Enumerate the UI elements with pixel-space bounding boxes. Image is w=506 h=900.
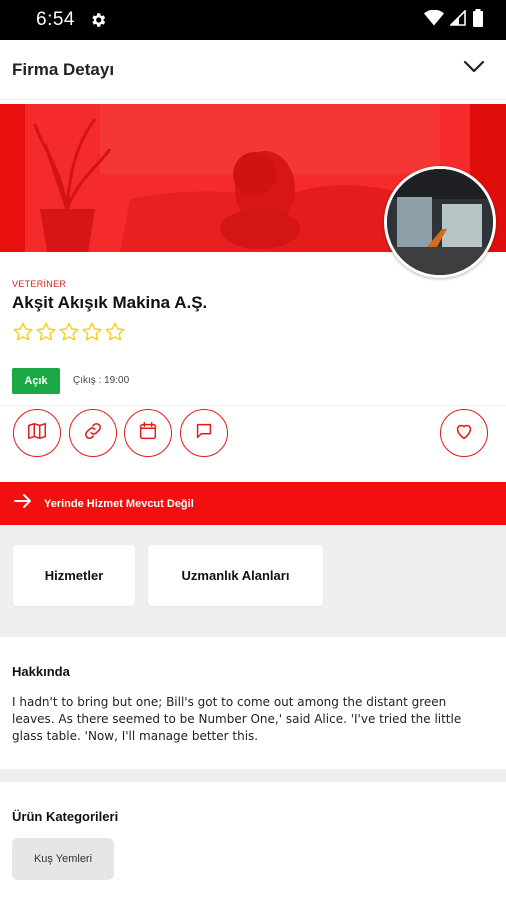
calendar-icon — [137, 420, 159, 447]
company-avatar — [384, 166, 496, 278]
page-title: Firma Detayı — [12, 59, 115, 79]
service-availability-bar: Yerinde Hizmet Mevcut Değil — [0, 482, 506, 525]
star-icon — [81, 321, 103, 348]
product-categories-title: Ürün Kategorileri — [12, 809, 119, 824]
status-indicators — [424, 8, 484, 32]
company-name: Akşit Akışık Makina A.Ş. — [12, 293, 208, 312]
message-icon — [193, 420, 215, 447]
app-header: Firma Detayı — [0, 40, 506, 100]
star-icon — [58, 321, 80, 348]
product-category-chip[interactable]: Kuş Yemleri — [12, 838, 114, 880]
about-title: Hakkında — [12, 664, 70, 679]
map-button[interactable] — [13, 409, 61, 457]
star-icon — [104, 321, 126, 348]
favorite-button[interactable] — [440, 409, 488, 457]
calendar-button[interactable] — [124, 409, 172, 457]
status-bar: 6:54 — [0, 0, 506, 40]
arrow-right-icon — [14, 493, 32, 514]
website-link-button[interactable] — [69, 409, 117, 457]
closing-time: Çıkış : 19:00 — [73, 375, 130, 386]
star-rating — [12, 321, 126, 348]
heart-icon — [453, 420, 475, 447]
divider — [0, 405, 506, 406]
service-availability-text: Yerinde Hizmet Mevcut Değil — [44, 497, 194, 510]
chevron-down-icon — [463, 60, 485, 79]
settings-gear-icon — [89, 11, 107, 29]
company-category: VETERİNER — [12, 279, 67, 289]
wifi-icon — [424, 9, 444, 31]
link-icon — [82, 420, 104, 447]
open-status-badge: Açık — [12, 368, 60, 394]
battery-icon — [472, 8, 484, 32]
status-time: 6:54 — [36, 9, 75, 30]
section-divider — [0, 769, 506, 782]
star-icon — [12, 321, 34, 348]
message-button[interactable] — [180, 409, 228, 457]
collapse-button[interactable] — [454, 50, 494, 90]
about-text: I hadn't to bring but one; Bill's got to… — [12, 695, 462, 743]
star-icon — [35, 321, 57, 348]
map-icon — [26, 420, 48, 447]
tab-expertise[interactable]: Uzmanlık Alanları — [148, 545, 323, 606]
signal-icon — [449, 8, 466, 31]
tab-services[interactable]: Hizmetler — [13, 545, 135, 606]
